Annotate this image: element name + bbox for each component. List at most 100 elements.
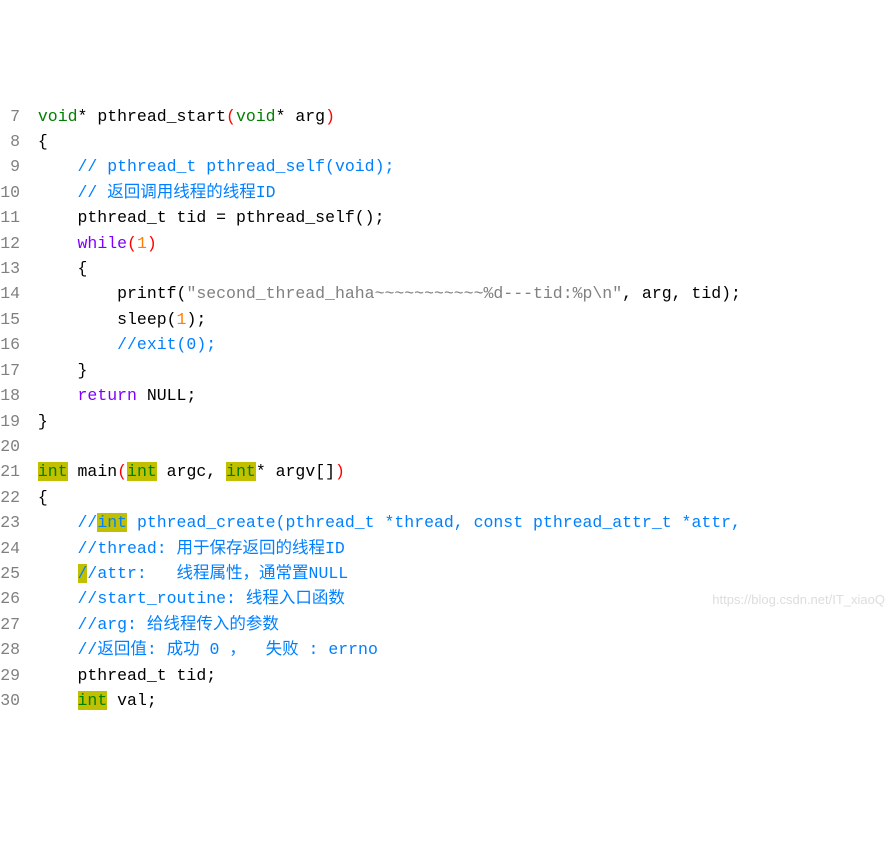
code-token: argc (157, 462, 207, 481)
code-token: 1 (177, 310, 187, 329)
line-code: int val; (28, 688, 895, 713)
line-code: //attr: 线程属性，通常置NULL (28, 561, 895, 586)
line-number: 20 (0, 434, 28, 459)
line-number: 22 (0, 485, 28, 510)
code-token: while (78, 234, 128, 253)
code-token (28, 589, 78, 608)
code-token (216, 462, 226, 481)
code-token: ( (177, 284, 187, 303)
code-token: ) (147, 234, 157, 253)
code-token: } (28, 361, 87, 380)
line-number: 30 (0, 688, 28, 713)
code-token: ( (117, 462, 127, 481)
code-token: (); (355, 208, 385, 227)
line-number: 28 (0, 637, 28, 662)
code-token (28, 183, 78, 202)
code-token: ( (127, 234, 137, 253)
code-token: // pthread_t pthread_self(void); (78, 157, 395, 176)
code-token (28, 615, 78, 634)
code-token (28, 335, 117, 354)
line-number: 25 (0, 561, 28, 586)
line-code: { (28, 485, 895, 510)
code-line: 15 sleep(1); (0, 307, 895, 332)
code-token: / (78, 564, 88, 583)
code-token (28, 539, 78, 558)
code-token: return (78, 386, 137, 405)
line-number: 26 (0, 586, 28, 611)
code-token: , (672, 284, 682, 303)
code-line: 12 while(1) (0, 231, 895, 256)
code-token: void (38, 107, 78, 126)
code-token: //返回值: 成功 0 ， 失败 : errno (78, 640, 378, 659)
code-token (28, 157, 78, 176)
code-line: 13 { (0, 256, 895, 281)
code-token: //thread: 用于保存返回的线程ID (78, 539, 345, 558)
code-line: 9 // pthread_t pthread_self(void); (0, 154, 895, 179)
line-code: { (28, 129, 895, 154)
code-token: tid (682, 284, 722, 303)
code-token: , (206, 462, 216, 481)
code-token: , (622, 284, 632, 303)
code-token (137, 386, 147, 405)
line-code: } (28, 409, 895, 434)
code-token: val (107, 691, 147, 710)
line-code: } (28, 358, 895, 383)
line-code: //返回值: 成功 0 ， 失败 : errno (28, 637, 895, 662)
code-token: // 返回调用线程的线程ID (78, 183, 276, 202)
code-line: 18 return NULL; (0, 383, 895, 408)
code-line: 23 //int pthread_create(pthread_t *threa… (0, 510, 895, 535)
line-code: void* pthread_start(void* arg) (28, 104, 895, 129)
code-token (28, 462, 38, 481)
code-token: ; (186, 386, 196, 405)
code-line: 10 // 返回调用线程的线程ID (0, 180, 895, 205)
code-token (28, 513, 78, 532)
line-number: 10 (0, 180, 28, 205)
line-number: 23 (0, 510, 28, 535)
line-number: 29 (0, 663, 28, 688)
code-token: = (216, 208, 226, 227)
code-token: * pthread_start (78, 107, 227, 126)
line-code: //thread: 用于保存返回的线程ID (28, 536, 895, 561)
code-line: 28 //返回值: 成功 0 ， 失败 : errno (0, 637, 895, 662)
line-number: 12 (0, 231, 28, 256)
code-token: //start_routine: 线程入口函数 (78, 589, 345, 608)
code-token: [] (315, 462, 335, 481)
code-token: int (127, 462, 157, 481)
code-token: int (78, 691, 108, 710)
line-number: 16 (0, 332, 28, 357)
code-token: ) (325, 107, 335, 126)
code-line: 22 { (0, 485, 895, 510)
line-number: 11 (0, 205, 28, 230)
code-line: 8 { (0, 129, 895, 154)
line-code: // pthread_t pthread_self(void); (28, 154, 895, 179)
code-token: ); (186, 310, 206, 329)
code-token: //exit(0); (117, 335, 216, 354)
line-code: { (28, 256, 895, 281)
code-line: 14 printf("second_thread_haha~~~~~~~~~~~… (0, 281, 895, 306)
line-code: int main(int argc, int* argv[]) (28, 459, 895, 484)
code-token: * arg (276, 107, 326, 126)
code-token: "second_thread_haha~~~~~~~~~~~%d---tid:%… (186, 284, 622, 303)
code-token (28, 386, 78, 405)
code-token (28, 640, 78, 659)
code-line: 24 //thread: 用于保存返回的线程ID (0, 536, 895, 561)
code-token: pthread_self (226, 208, 355, 227)
line-number: 18 (0, 383, 28, 408)
line-number: 24 (0, 536, 28, 561)
code-line: 19 } (0, 409, 895, 434)
code-token: ; (147, 691, 157, 710)
line-number: 13 (0, 256, 28, 281)
line-code: return NULL; (28, 383, 895, 408)
line-code (28, 434, 895, 459)
line-number: 15 (0, 307, 28, 332)
code-line: 25 //attr: 线程属性，通常置NULL (0, 561, 895, 586)
code-token: arg (632, 284, 672, 303)
code-token: { (28, 259, 87, 278)
line-number: 9 (0, 154, 28, 179)
code-token (28, 564, 78, 583)
line-code: sleep(1); (28, 307, 895, 332)
line-number: 7 (0, 104, 28, 129)
code-token: NULL (147, 386, 187, 405)
line-code: pthread_t tid; (28, 663, 895, 688)
code-token: sleep (28, 310, 167, 329)
